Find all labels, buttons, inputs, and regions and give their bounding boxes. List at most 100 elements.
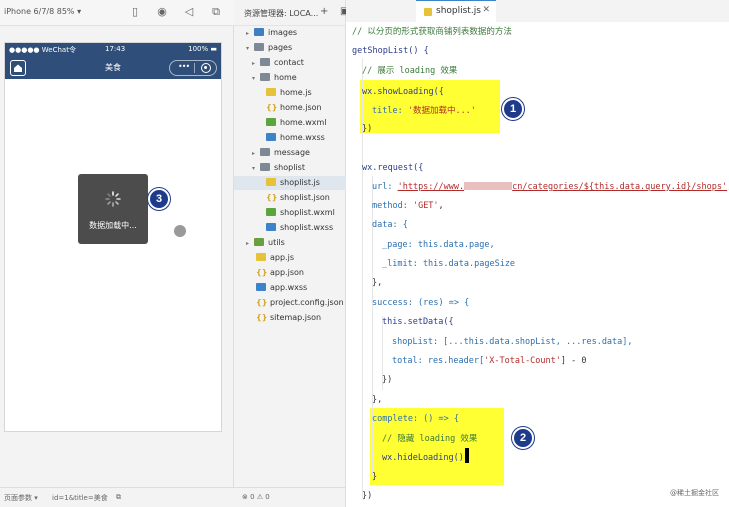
folder-icon [254, 28, 264, 36]
code-line: }, [372, 278, 383, 288]
code-line: data: { [372, 220, 408, 230]
status-carrier: ●●●●● WeChat令 [9, 46, 76, 54]
capsule-divider [194, 63, 195, 73]
tree-item[interactable]: {} app.json [256, 266, 344, 280]
window-icon[interactable]: ⧉ [209, 5, 223, 19]
js-file-icon [266, 178, 276, 186]
json-file-icon: {} [256, 268, 268, 277]
code-line: _limit: this.data.pageSize [382, 259, 516, 269]
code-line: getShopList() { [352, 46, 429, 56]
json-file-icon: {} [266, 193, 278, 202]
volume-icon[interactable]: ◁ [182, 5, 196, 19]
tree-item[interactable]: app.wxss [256, 281, 344, 295]
json-file-icon: {} [256, 298, 268, 307]
mouse-cursor [174, 225, 186, 237]
js-file-icon [266, 88, 276, 96]
device-selector[interactable]: iPhone 6/7/8 85% ▾ [4, 7, 81, 16]
js-file-icon [424, 8, 432, 16]
wxss-file-icon [256, 283, 266, 291]
simulator-pane: iPhone 6/7/8 85% ▾ ▯ ◉ ◁ ⧉ ●●●●● WeChat令… [0, 0, 234, 507]
simulator-footer: 页面参数 ▾ id=1&title=美食 ⧉ [0, 487, 234, 507]
tree-item[interactable]: shoplist.wxss [266, 221, 344, 235]
code-line: title: '数据加载中...' [372, 106, 476, 116]
phone-icon[interactable]: ▯ [128, 5, 142, 19]
tree-item[interactable]: app.js [256, 251, 344, 265]
code-line: shopList: [...this.data.shopList, ...res… [392, 337, 633, 347]
code-comment: // 展示 loading 效果 [362, 66, 458, 76]
code-line: }, [372, 395, 383, 405]
capsule-menu: ••• [169, 60, 217, 76]
record-icon[interactable]: ◉ [155, 5, 169, 19]
problems-status[interactable]: ⊗ 0 ⚠ 0 [234, 487, 346, 507]
copy-icon[interactable]: ⧉ [116, 493, 121, 502]
folder-icon [260, 58, 270, 66]
annotation-badge-2: 2 [512, 427, 534, 449]
code-comment: // 以分页的形式获取商铺列表数据的方法 [352, 27, 512, 37]
redacted-domain [464, 182, 513, 190]
wxss-file-icon [266, 133, 276, 141]
json-file-icon: {} [266, 103, 278, 112]
page-params-selector[interactable]: 页面参数 ▾ [4, 493, 38, 503]
code-line: url: 'https://www. cn/categories/${this.d… [372, 182, 729, 192]
tree-item-selected[interactable]: shoplist.js [234, 176, 346, 190]
close-icon[interactable]: ✕ [482, 5, 490, 15]
code-line: }) [362, 491, 373, 501]
tree-item[interactable]: ▾ shoplist [252, 161, 344, 175]
folder-icon [254, 43, 264, 51]
code-line: wx.showLoading({ [362, 87, 444, 97]
watermark: @稀土掘金社区 [670, 489, 719, 497]
annotation-badge-1: 1 [502, 98, 524, 120]
tree-item[interactable]: ▸ utils [246, 236, 344, 250]
code-line: }) [382, 375, 393, 385]
tab-shoplist-js[interactable]: shoplist.js ✕ [416, 0, 496, 22]
folder-icon [260, 163, 270, 171]
code-line: total: res.header['X-Total-Count'] - 0 [392, 356, 587, 366]
tree-item[interactable]: home.wxss [266, 131, 344, 145]
tree-item[interactable]: home.js [266, 86, 344, 100]
wxml-file-icon [266, 208, 276, 216]
tree-item[interactable]: ▸ contact [252, 56, 344, 70]
simulator-toolbar: iPhone 6/7/8 85% ▾ ▯ ◉ ◁ ⧉ [0, 0, 234, 26]
explorer-title: 资源管理器: LOCA... [244, 9, 319, 18]
status-time: 17:43 [105, 45, 126, 53]
tree-item[interactable]: home.wxml [266, 116, 344, 130]
editor-tab-bar: shoplist.js ✕ [346, 0, 729, 22]
code-line: wx.hideLoading() [382, 453, 464, 463]
js-file-icon [256, 253, 266, 261]
tree-item[interactable]: {} sitemap.json [256, 311, 344, 325]
status-bar: ●●●●● WeChat令 17:43 100% ▬ [5, 43, 221, 57]
wxss-file-icon [266, 223, 276, 231]
toast-text: 数据加载中... [89, 221, 137, 230]
wxml-file-icon [266, 118, 276, 126]
tree-item[interactable]: ▸ images [246, 26, 344, 40]
code-line: _page: this.data.page, [382, 240, 495, 250]
tree-item[interactable]: ▸ message [252, 146, 344, 160]
tree-item[interactable]: shoplist.wxml [266, 206, 344, 220]
code-line: } [372, 472, 378, 482]
code-line: this.setData({ [382, 317, 454, 327]
tree-item[interactable]: ▾ pages [246, 41, 344, 55]
code-line: complete: () => { [372, 414, 459, 424]
loading-toast: 数据加载中... [78, 174, 148, 244]
tree-item[interactable]: {} project.config.json [256, 296, 344, 310]
code-line: }) [362, 124, 373, 134]
spinner-icon [105, 191, 121, 207]
new-file-icon[interactable]: + [320, 6, 328, 17]
tree-item[interactable]: {} shoplist.json [266, 191, 344, 205]
navigation-bar: 美食 ••• [5, 57, 221, 79]
code-line: success: (res) => { [372, 298, 470, 308]
code-comment: // 隐藏 loading 效果 [382, 434, 478, 444]
status-battery: 100% ▬ [188, 45, 217, 53]
json-file-icon: {} [256, 313, 268, 322]
file-explorer: 资源管理器: LOCA... + ▣ ▸ images ▾ pages ▸ conta… [234, 0, 349, 507]
tree-item[interactable]: {} home.json [266, 101, 344, 115]
more-icon[interactable]: ••• [178, 62, 190, 71]
annotation-badge-3: 3 [148, 188, 170, 210]
folder-icon [254, 238, 264, 246]
code-line: method: 'GET', [372, 201, 444, 211]
text-caret [465, 448, 469, 463]
close-icon[interactable] [201, 63, 211, 73]
folder-icon [260, 73, 270, 81]
tree-item[interactable]: ▾ home [252, 71, 344, 85]
code-line: wx.request({ [362, 163, 424, 173]
